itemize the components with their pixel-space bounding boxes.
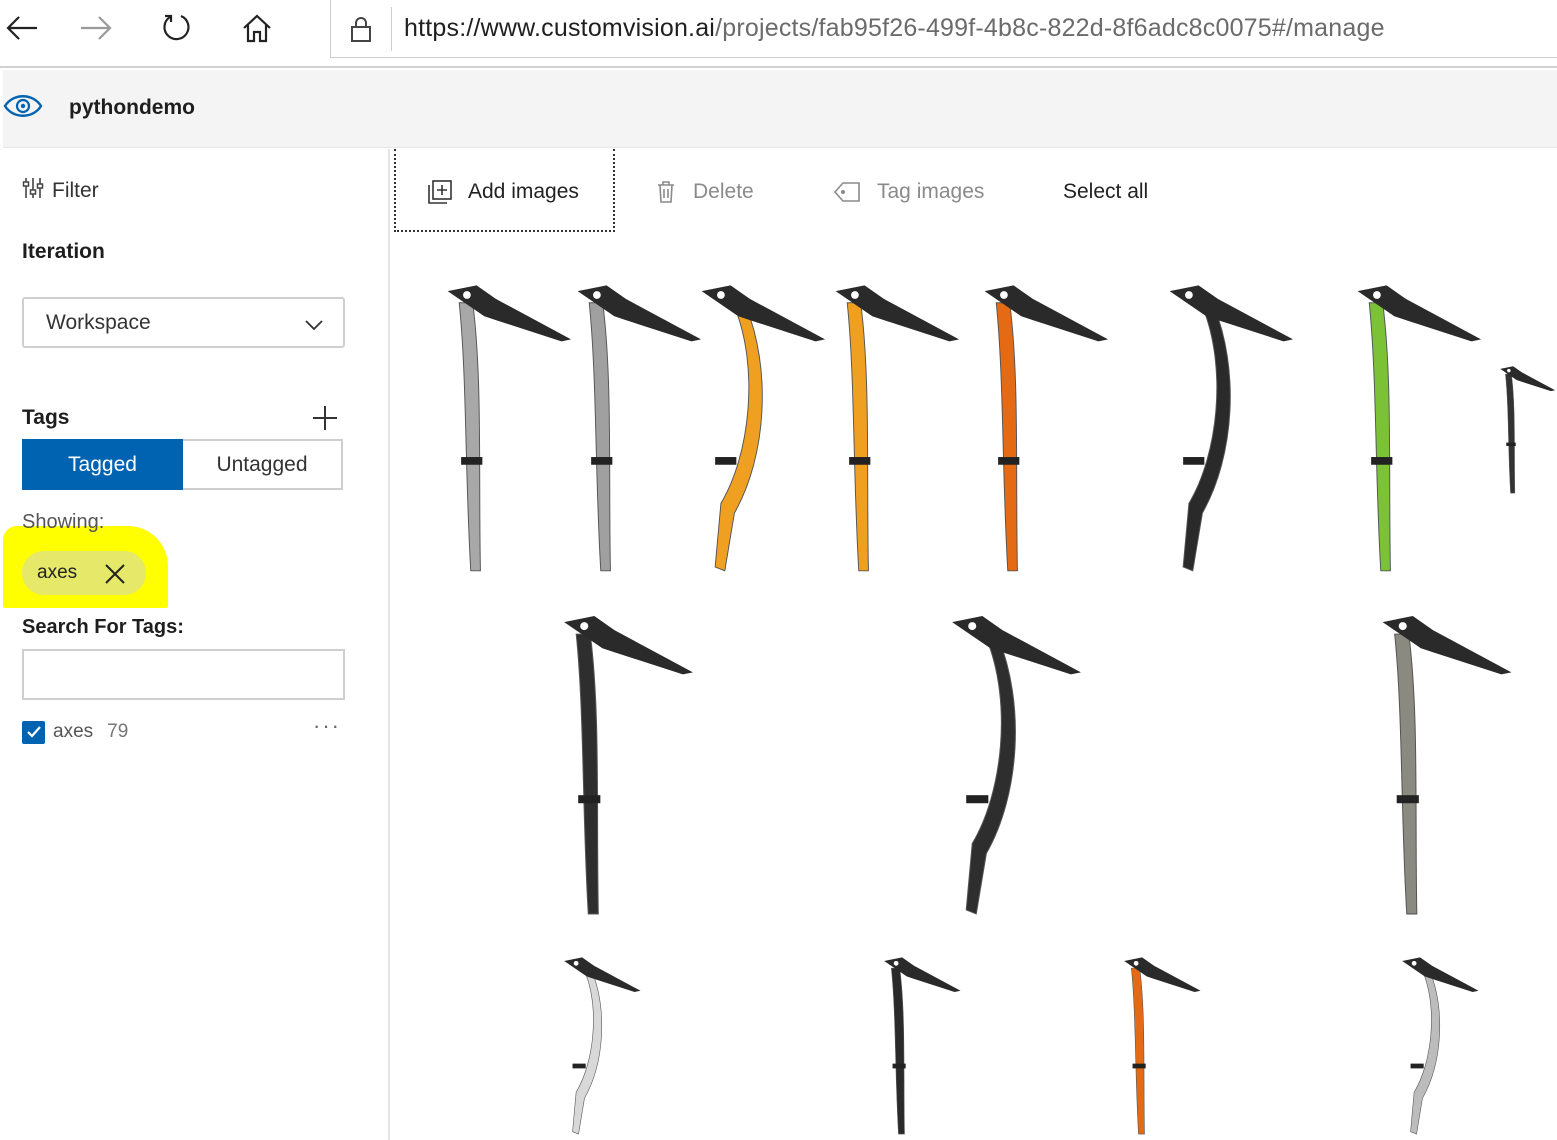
project-name[interactable]: pythondemo [69, 96, 195, 120]
ice-axe-image [564, 957, 641, 1135]
tagged-toggle-button[interactable]: Tagged [22, 439, 183, 490]
ice-axe-image [1357, 285, 1482, 572]
browser-bar: https://www.customvision.ai/projects/fab… [0, 0, 1557, 68]
ice-axe-thumbnail[interactable] [552, 612, 697, 924]
ice-axe-thumbnail[interactable] [850, 955, 990, 1140]
ice-axe-thumbnail[interactable] [1160, 278, 1295, 584]
iteration-heading: Iteration [22, 240, 105, 263]
iteration-selected-value: Workspace [46, 310, 151, 334]
lock-icon [331, 0, 391, 58]
forward-arrow-icon [79, 15, 113, 46]
delete-label: Delete [693, 180, 754, 203]
url-divider [391, 6, 392, 51]
tag-checkbox[interactable] [22, 720, 45, 744]
refresh-button[interactable] [155, 8, 199, 52]
ice-axe-thumbnail[interactable] [1368, 955, 1508, 1140]
add-images-button[interactable]: Add images [428, 176, 579, 208]
search-tags-heading: Search For Tags: [22, 616, 184, 638]
ice-axe-thumbnail[interactable] [1496, 278, 1556, 584]
ice-axe-image [1382, 616, 1512, 915]
refresh-icon [161, 12, 193, 49]
ice-axe-thumbnail[interactable] [826, 278, 961, 584]
tag-name: axes [53, 721, 94, 742]
filter-button[interactable]: Filter [22, 177, 99, 205]
ice-axe-image [1402, 957, 1479, 1135]
ice-axe-image [884, 957, 961, 1135]
chevron-down-icon [305, 313, 323, 337]
ice-axe-thumbnail[interactable] [568, 278, 703, 584]
ice-axe-image [701, 285, 826, 572]
ice-axe-image [1124, 957, 1201, 1135]
select-all-label: Select all [1063, 180, 1149, 203]
ice-axe-thumbnail[interactable] [692, 278, 827, 584]
select-all-button[interactable]: Select all [1063, 176, 1148, 208]
ice-axe-thumbnail[interactable] [1330, 612, 1556, 924]
custom-vision-eye-icon[interactable] [3, 90, 43, 122]
add-tag-plus-icon[interactable] [309, 402, 341, 434]
ice-axe-thumbnail[interactable] [940, 612, 1085, 924]
back-button[interactable] [0, 8, 44, 52]
ice-axe-thumbnail[interactable] [1090, 955, 1230, 1140]
ice-axe-image [577, 285, 702, 572]
ice-axe-image [952, 616, 1081, 915]
iteration-dropdown[interactable]: Workspace [22, 297, 345, 348]
back-arrow-icon [5, 15, 39, 46]
home-icon [241, 13, 273, 48]
active-filter-chip: axes [22, 551, 146, 595]
address-bar[interactable]: https://www.customvision.ai/projects/fab… [330, 0, 1557, 58]
tag-images-label: Tag images [877, 180, 985, 203]
url-host: https://www.customvision.ai [404, 14, 716, 42]
ice-axe-thumbnail[interactable] [438, 278, 573, 584]
add-image-icon [428, 180, 452, 204]
delete-button[interactable]: Delete [655, 176, 754, 208]
add-images-label: Add images [468, 180, 579, 203]
active-filter-chip-label: axes [37, 562, 78, 583]
close-icon[interactable] [104, 563, 126, 585]
ice-axe-thumbnail[interactable] [530, 955, 670, 1140]
tag-list-item[interactable]: axes 79 ··· [22, 713, 345, 745]
tag-images-button[interactable]: Tag images [833, 176, 984, 208]
filter-label: Filter [52, 179, 99, 202]
tag-icon [833, 182, 860, 202]
ice-axe-image [564, 616, 693, 915]
ice-axe-thumbnail[interactable] [1348, 278, 1483, 584]
ice-axe-image [1169, 285, 1294, 572]
url-text: https://www.customvision.ai/projects/fab… [404, 14, 1385, 43]
home-button[interactable] [235, 8, 279, 52]
forward-button[interactable] [74, 8, 118, 52]
filter-sliders-icon [22, 177, 44, 205]
ice-axe-image [1500, 366, 1556, 494]
showing-label: Showing: [22, 511, 105, 533]
url-path: /projects/fab95f26-499f-4b8c-822d-8f6adc… [715, 14, 1385, 42]
untagged-toggle-button[interactable]: Untagged [183, 439, 343, 490]
ice-axe-image [984, 285, 1109, 572]
app-header: pythondemo [3, 70, 1557, 148]
sidebar: Filter Iteration Workspace Tags Tagged U… [3, 149, 390, 1140]
ice-axe-thumbnail[interactable] [975, 278, 1110, 584]
tags-heading: Tags [22, 406, 70, 429]
ice-axe-image [447, 285, 572, 572]
more-options-button[interactable]: ··· [313, 713, 341, 739]
tag-count: 79 [107, 721, 129, 742]
trash-icon [658, 181, 674, 203]
ice-axe-image [835, 285, 960, 572]
search-tags-input[interactable] [22, 649, 345, 700]
